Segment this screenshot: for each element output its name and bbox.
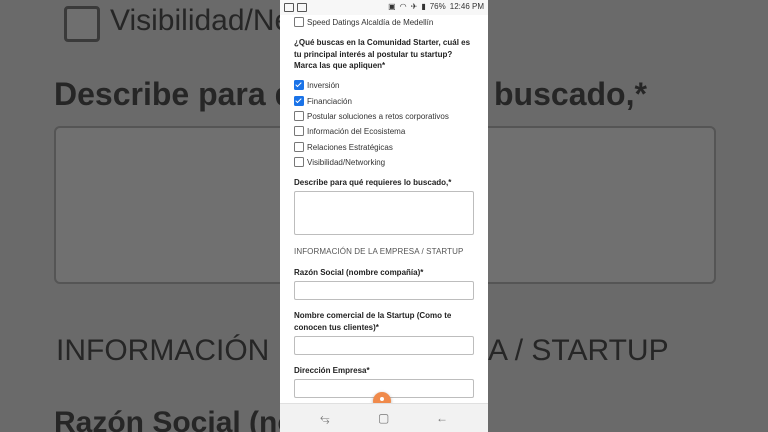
checkbox-checked[interactable] xyxy=(294,96,304,106)
bg-checkbox xyxy=(64,6,100,42)
option-speed-datings[interactable]: Speed Datings Alcaldía de Medellín xyxy=(294,17,433,27)
option-relaciones[interactable]: Relaciones Estratégicas xyxy=(294,142,393,152)
describe-label: Describe para qué requieres lo buscado,* xyxy=(294,178,452,187)
checkbox[interactable] xyxy=(294,111,304,121)
status-bar: ▣ ◠ ✈ ▮ 76% 12:46 PM xyxy=(280,0,488,15)
option-retos[interactable]: Postular soluciones a retos corporativos xyxy=(294,111,449,121)
nombre-label: Nombre comercial de la Startup (Como te … xyxy=(294,311,452,332)
razon-label: Razón Social (nombre compañía)* xyxy=(294,268,424,277)
option-label: Speed Datings Alcaldía de Medellín xyxy=(307,17,434,27)
bg-section-left: INFORMACIÓN xyxy=(56,334,270,367)
checkbox[interactable] xyxy=(294,126,304,136)
option-visibilidad[interactable]: Visibilidad/Networking xyxy=(294,157,385,167)
direccion-label: Dirección Empresa* xyxy=(294,366,370,375)
razon-input[interactable] xyxy=(294,281,474,300)
bg-razon-text: Razón Social (non xyxy=(54,406,315,432)
checkbox[interactable] xyxy=(294,142,304,152)
option-label: Financiación xyxy=(307,96,352,106)
checkbox-checked[interactable] xyxy=(294,80,304,90)
bg-describe-tail: buscado,* xyxy=(494,76,647,112)
image-notification-icon xyxy=(297,3,307,12)
bg-visibility-text: Visibilidad/Ne xyxy=(110,4,292,37)
option-label: Visibilidad/Networking xyxy=(307,157,386,167)
question-label: ¿Qué buscas en la Comunidad Starter, cuá… xyxy=(294,38,471,70)
home-icon[interactable]: ▢ xyxy=(378,411,389,425)
clock: 12:46 PM xyxy=(449,2,484,11)
nombre-input[interactable] xyxy=(294,336,474,355)
option-label: Relaciones Estratégicas xyxy=(307,142,393,152)
checkbox[interactable] xyxy=(294,157,304,167)
back-icon[interactable]: ← xyxy=(436,411,448,425)
nav-bar: ⥃ ▢ ← xyxy=(280,403,488,432)
battery-icon: ▮ xyxy=(421,2,426,11)
option-label: Postular soluciones a retos corporativos xyxy=(307,111,449,121)
option-ecosistema[interactable]: Información del Ecosistema xyxy=(294,126,405,136)
wifi-icon: ◠ xyxy=(399,2,407,11)
option-label: Información del Ecosistema xyxy=(307,126,406,136)
recent-apps-icon[interactable]: ⥃ xyxy=(320,411,330,425)
checkbox[interactable] xyxy=(294,17,304,27)
cast-icon: ▣ xyxy=(388,2,396,11)
section-title: INFORMACIÓN DE LA EMPRESA / STARTUP xyxy=(294,247,464,256)
notification-icon xyxy=(284,3,294,12)
battery-percent: 76% xyxy=(429,2,446,11)
option-financiacion[interactable]: Financiación xyxy=(294,96,352,106)
airplane-icon: ✈ xyxy=(410,2,418,11)
describe-textarea[interactable] xyxy=(294,191,474,235)
option-label: Inversión xyxy=(307,80,340,90)
bg-section-right: A / STARTUP xyxy=(488,334,669,367)
bg-describe-text: Describe para qu xyxy=(54,76,314,112)
phone-screen: ▣ ◠ ✈ ▮ 76% 12:46 PM Speed Datings Alcal… xyxy=(280,0,488,432)
option-inversion[interactable]: Inversión xyxy=(294,80,339,90)
